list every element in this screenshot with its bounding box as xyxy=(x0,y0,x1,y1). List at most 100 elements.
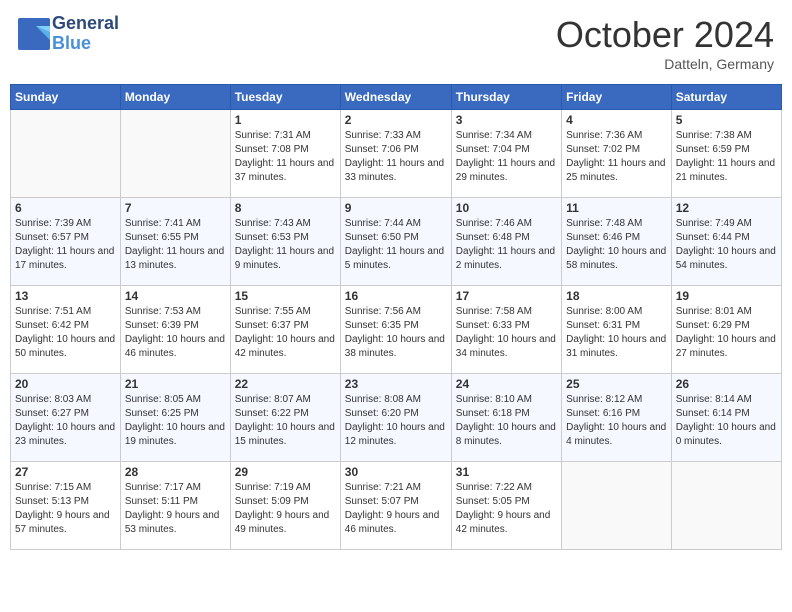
day-number: 9 xyxy=(345,201,447,215)
calendar-day: 1 Sunrise: 7:31 AMSunset: 7:08 PMDaylight… xyxy=(230,110,340,198)
calendar-day: 9 Sunrise: 7:44 AMSunset: 6:50 PMDaylight… xyxy=(340,198,451,286)
calendar-day: 5Sunrise: 7:38 AMSunset: 6:59 PMDaylight… xyxy=(671,110,781,198)
calendar-day: 25Sunrise: 8:12 AMSunset: 6:16 PMDayligh… xyxy=(562,374,672,462)
logo-general: General xyxy=(52,14,119,34)
calendar-day: 7Sunrise: 7:41 AMSunset: 6:55 PMDaylight… xyxy=(120,198,230,286)
day-number: 28 xyxy=(125,465,226,479)
calendar-header-row: Sunday Monday Tuesday Wednesday Thursday… xyxy=(11,85,782,110)
day-number: 20 xyxy=(15,377,116,391)
logo-icon xyxy=(18,18,50,50)
day-number: 27 xyxy=(15,465,116,479)
col-wednesday: Wednesday xyxy=(340,85,451,110)
calendar-day xyxy=(671,462,781,550)
calendar-day: 10 Sunrise: 7:46 AMSunset: 6:48 PMDayligh… xyxy=(451,198,561,286)
calendar-day: 28 Sunrise: 7:17 AMSunset: 5:11 PMDayligh… xyxy=(120,462,230,550)
month-title: October 2024 xyxy=(556,14,774,56)
day-number: 1 xyxy=(235,113,336,127)
calendar-day xyxy=(562,462,672,550)
day-detail: Sunrise: 7:31 AMSunset: 7:08 PMDaylight:… xyxy=(235,129,336,185)
day-detail: Sunrise: 7:15 AMSunset: 5:13 PMDaylight:… xyxy=(15,481,116,537)
calendar-day: 15 Sunrise: 7:55 AMSunset: 6:37 PMDayligh… xyxy=(230,286,340,374)
day-number: 6 xyxy=(15,201,116,215)
day-number: 17 xyxy=(456,289,557,303)
logo: General Blue xyxy=(18,14,119,54)
day-detail: Sunrise: 8:14 AMSunset: 6:14 PMDaylight:… xyxy=(676,393,777,449)
col-friday: Friday xyxy=(562,85,672,110)
calendar-day: 12 Sunrise: 7:49 AMSunset: 6:44 PMDayligh… xyxy=(671,198,781,286)
day-number: 23 xyxy=(345,377,447,391)
day-detail: Sunrise: 7:22 AMSunset: 5:05 PMDaylight:… xyxy=(456,481,557,537)
calendar-day: 23 Sunrise: 8:08 AMSunset: 6:20 PMDayligh… xyxy=(340,374,451,462)
day-detail: Sunrise: 7:33 AMSunset: 7:06 PMDaylight:… xyxy=(345,129,447,185)
calendar-week-row: 1 Sunrise: 7:31 AMSunset: 7:08 PMDaylight… xyxy=(11,110,782,198)
calendar-day: 16 Sunrise: 7:56 AMSunset: 6:35 PMDayligh… xyxy=(340,286,451,374)
day-number: 15 xyxy=(235,289,336,303)
calendar-day: 20 Sunrise: 8:03 AMSunset: 6:27 PMDayligh… xyxy=(11,374,121,462)
day-number: 24 xyxy=(456,377,557,391)
calendar-day: 21 Sunrise: 8:05 AMSunset: 6:25 PMDayligh… xyxy=(120,374,230,462)
day-number: 16 xyxy=(345,289,447,303)
day-detail: Sunrise: 7:49 AMSunset: 6:44 PMDaylight:… xyxy=(676,217,777,273)
day-number: 11 xyxy=(566,201,667,215)
day-detail: Sunrise: 7:21 AMSunset: 5:07 PMDaylight:… xyxy=(345,481,447,537)
day-number: 31 xyxy=(456,465,557,479)
day-detail: Sunrise: 8:01 AMSunset: 6:29 PMDaylight:… xyxy=(676,305,777,361)
day-detail: Sunrise: 8:00 AMSunset: 6:31 PMDaylight:… xyxy=(566,305,667,361)
col-saturday: Saturday xyxy=(671,85,781,110)
day-detail: Sunrise: 7:39 AMSunset: 6:57 PMDaylight:… xyxy=(15,217,116,273)
col-sunday: Sunday xyxy=(11,85,121,110)
logo-blue: Blue xyxy=(52,34,119,54)
col-tuesday: Tuesday xyxy=(230,85,340,110)
day-number: 10 xyxy=(456,201,557,215)
day-detail: Sunrise: 7:51 AMSunset: 6:42 PMDaylight:… xyxy=(15,305,116,361)
calendar-day xyxy=(120,110,230,198)
day-number: 14 xyxy=(125,289,226,303)
day-detail: Sunrise: 7:56 AMSunset: 6:35 PMDaylight:… xyxy=(345,305,447,361)
calendar-week-row: 6 Sunrise: 7:39 AMSunset: 6:57 PMDaylight… xyxy=(11,198,782,286)
day-number: 12 xyxy=(676,201,777,215)
calendar-day: 2 Sunrise: 7:33 AMSunset: 7:06 PMDaylight… xyxy=(340,110,451,198)
day-number: 29 xyxy=(235,465,336,479)
day-detail: Sunrise: 7:44 AMSunset: 6:50 PMDaylight:… xyxy=(345,217,447,273)
calendar-day: 6 Sunrise: 7:39 AMSunset: 6:57 PMDaylight… xyxy=(11,198,121,286)
calendar-day: 11Sunrise: 7:48 AMSunset: 6:46 PMDayligh… xyxy=(562,198,672,286)
day-detail: Sunrise: 8:07 AMSunset: 6:22 PMDaylight:… xyxy=(235,393,336,449)
day-number: 18 xyxy=(566,289,667,303)
day-detail: Sunrise: 7:55 AMSunset: 6:37 PMDaylight:… xyxy=(235,305,336,361)
calendar-day: 22 Sunrise: 8:07 AMSunset: 6:22 PMDayligh… xyxy=(230,374,340,462)
calendar-day: 19Sunrise: 8:01 AMSunset: 6:29 PMDayligh… xyxy=(671,286,781,374)
title-area: October 2024 Datteln, Germany xyxy=(556,14,774,72)
day-detail: Sunrise: 8:08 AMSunset: 6:20 PMDaylight:… xyxy=(345,393,447,449)
day-number: 21 xyxy=(125,377,226,391)
day-detail: Sunrise: 7:34 AMSunset: 7:04 PMDaylight:… xyxy=(456,129,557,185)
col-monday: Monday xyxy=(120,85,230,110)
day-detail: Sunrise: 7:46 AMSunset: 6:48 PMDaylight:… xyxy=(456,217,557,273)
day-detail: Sunrise: 8:03 AMSunset: 6:27 PMDaylight:… xyxy=(15,393,116,449)
calendar-day: 14 Sunrise: 7:53 AMSunset: 6:39 PMDayligh… xyxy=(120,286,230,374)
calendar-week-row: 20 Sunrise: 8:03 AMSunset: 6:27 PMDayligh… xyxy=(11,374,782,462)
calendar-day: 17Sunrise: 7:58 AMSunset: 6:33 PMDayligh… xyxy=(451,286,561,374)
day-number: 13 xyxy=(15,289,116,303)
day-number: 3 xyxy=(456,113,557,127)
page-header: General Blue October 2024 Datteln, Germa… xyxy=(10,10,782,76)
day-detail: Sunrise: 8:05 AMSunset: 6:25 PMDaylight:… xyxy=(125,393,226,449)
calendar-day: 13 Sunrise: 7:51 AMSunset: 6:42 PMDayligh… xyxy=(11,286,121,374)
calendar-day: 24Sunrise: 8:10 AMSunset: 6:18 PMDayligh… xyxy=(451,374,561,462)
day-detail: Sunrise: 7:17 AMSunset: 5:11 PMDaylight:… xyxy=(125,481,226,537)
day-detail: Sunrise: 7:43 AMSunset: 6:53 PMDaylight:… xyxy=(235,217,336,273)
calendar-day: 29 Sunrise: 7:19 AMSunset: 5:09 PMDayligh… xyxy=(230,462,340,550)
calendar-day: 27 Sunrise: 7:15 AMSunset: 5:13 PMDayligh… xyxy=(11,462,121,550)
calendar-day xyxy=(11,110,121,198)
day-number: 2 xyxy=(345,113,447,127)
calendar-day: 4Sunrise: 7:36 AMSunset: 7:02 PMDaylight… xyxy=(562,110,672,198)
col-thursday: Thursday xyxy=(451,85,561,110)
calendar-day: 18 Sunrise: 8:00 AMSunset: 6:31 PMDayligh… xyxy=(562,286,672,374)
calendar-table: Sunday Monday Tuesday Wednesday Thursday… xyxy=(10,84,782,550)
day-number: 4 xyxy=(566,113,667,127)
day-number: 8 xyxy=(235,201,336,215)
day-number: 25 xyxy=(566,377,667,391)
day-detail: Sunrise: 7:19 AMSunset: 5:09 PMDaylight:… xyxy=(235,481,336,537)
day-detail: Sunrise: 7:38 AMSunset: 6:59 PMDaylight:… xyxy=(676,129,777,185)
day-number: 22 xyxy=(235,377,336,391)
day-detail: Sunrise: 7:53 AMSunset: 6:39 PMDaylight:… xyxy=(125,305,226,361)
